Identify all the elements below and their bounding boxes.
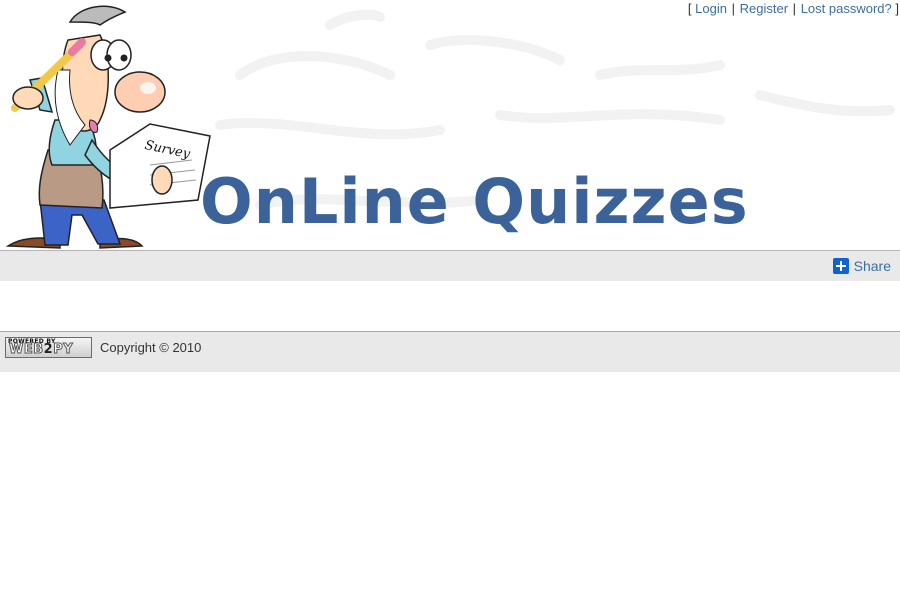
main-content [0, 281, 900, 331]
auth-nav: [ Login | Register | Lost password? ] [688, 2, 900, 16]
site-title: OnLine Quizzes [200, 165, 749, 238]
mascot-illustration: Survey [5, 5, 211, 249]
badge-web-text: WEB [9, 342, 44, 357]
register-link[interactable]: Register [740, 1, 788, 16]
badge-web2py-logo: WEB2PY [9, 342, 74, 357]
login-link[interactable]: Login [695, 1, 727, 16]
lost-password-link[interactable]: Lost password? [801, 1, 892, 16]
share-bar: Share [0, 251, 900, 281]
share-button[interactable]: Share [832, 258, 891, 274]
site-header: Survey [ Login | Register | Lost passwor… [0, 0, 900, 250]
copyright-text: Copyright © 2010 [100, 340, 202, 355]
share-label: Share [853, 258, 891, 274]
footer: POWERED BY WEB2PY Copyright © 2010 [0, 332, 900, 372]
bracket-close: ] [895, 1, 899, 16]
badge-2-text: 2 [43, 342, 54, 357]
bracket-open: [ [687, 1, 692, 16]
plus-icon [832, 258, 849, 274]
powered-by-web2py-badge[interactable]: POWERED BY WEB2PY [5, 337, 92, 358]
nav-separator: | [731, 1, 735, 16]
nav-separator: | [792, 1, 797, 16]
badge-py-text: PY [53, 342, 74, 357]
